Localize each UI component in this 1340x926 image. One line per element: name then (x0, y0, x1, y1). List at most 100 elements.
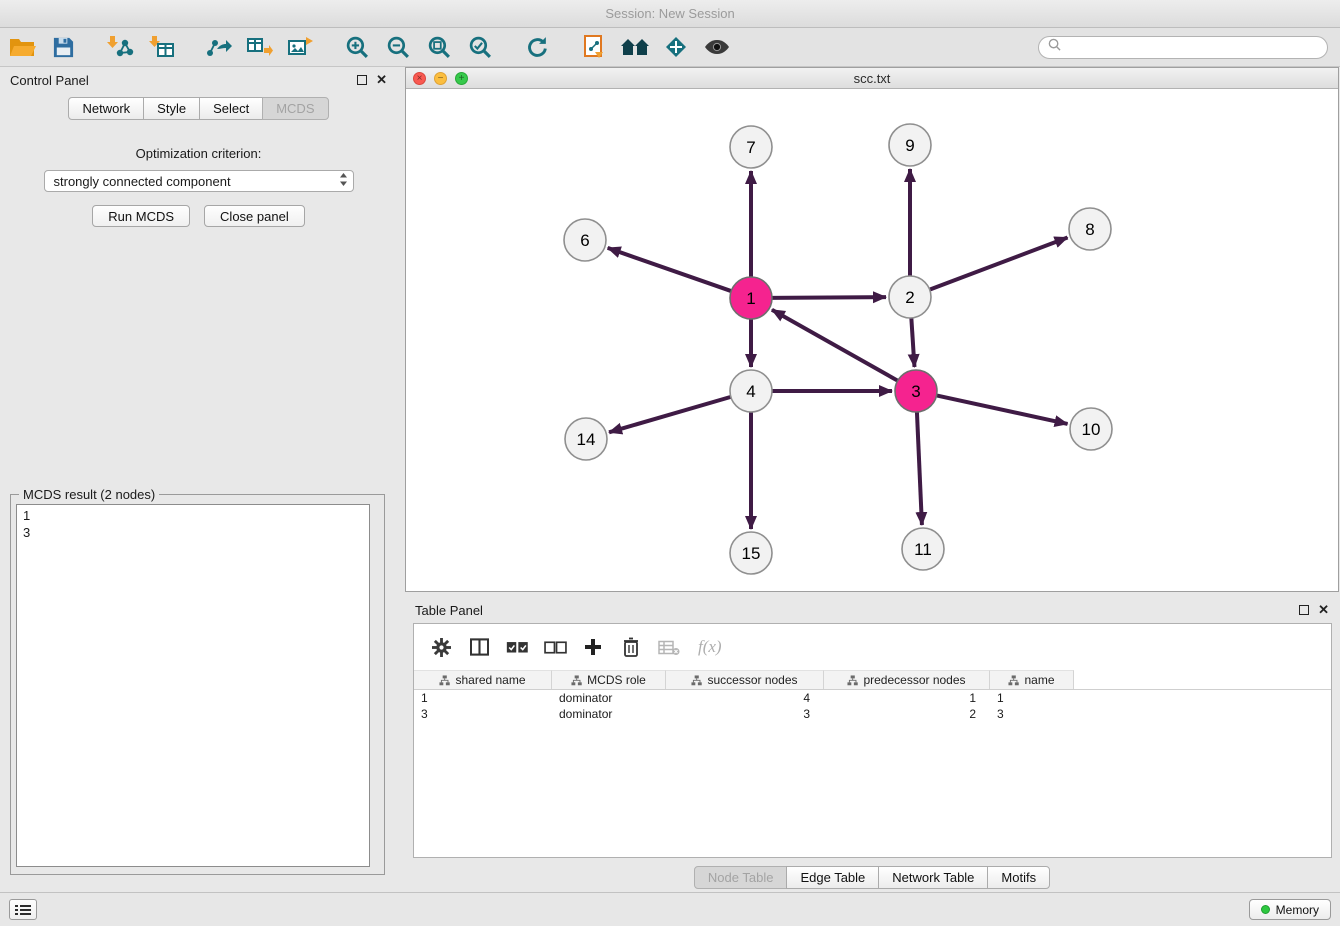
column-header-shared-name[interactable]: shared name (414, 670, 552, 689)
export-image-icon[interactable] (285, 32, 315, 62)
tab-network[interactable]: Network (68, 97, 144, 120)
table-row[interactable]: 1dominator411 (414, 690, 1331, 706)
graphics-details-eye-icon[interactable] (702, 32, 732, 62)
graph-node-15[interactable]: 15 (730, 532, 772, 574)
table-cell[interactable]: 3 (414, 706, 552, 722)
tab-node-table[interactable]: Node Table (694, 866, 788, 889)
graph-node-9[interactable]: 9 (889, 124, 931, 166)
zoom-selected-icon[interactable] (465, 32, 495, 62)
table-panel-title: Table Panel (415, 603, 483, 618)
zoom-fit-icon[interactable] (424, 32, 454, 62)
svg-text:14: 14 (577, 430, 596, 449)
zoom-in-icon[interactable] (342, 32, 372, 62)
tab-network-table[interactable]: Network Table (878, 866, 988, 889)
task-history-button[interactable] (9, 899, 37, 920)
mcds-result-title: MCDS result (2 nodes) (19, 487, 159, 502)
graph-edge-1-2[interactable] (772, 297, 886, 298)
graph-node-1[interactable]: 1 (730, 277, 772, 319)
table-cell[interactable]: 1 (824, 690, 990, 706)
export-table-icon[interactable] (244, 32, 274, 62)
mcds-result-list[interactable]: 1 3 (16, 504, 370, 867)
graph-edge-4-14[interactable] (609, 397, 731, 432)
tab-edge-table[interactable]: Edge Table (786, 866, 879, 889)
control-panel-title: Control Panel (10, 73, 89, 88)
search-input[interactable] (1066, 40, 1318, 54)
memory-label: Memory (1276, 903, 1319, 917)
graph-edge-3-10[interactable] (937, 395, 1068, 423)
close-window-button[interactable]: × (413, 72, 426, 85)
refresh-icon[interactable] (522, 32, 552, 62)
table-cell[interactable]: 3 (990, 706, 1074, 722)
table-cell[interactable]: 4 (666, 690, 824, 706)
memory-button[interactable]: Memory (1249, 899, 1331, 920)
zoom-window-button[interactable]: + (455, 72, 468, 85)
graph-node-2[interactable]: 2 (889, 276, 931, 318)
column-header-MCDS-role[interactable]: MCDS role (552, 670, 666, 689)
save-session-icon[interactable] (48, 32, 78, 62)
create-column-icon[interactable] (578, 632, 608, 662)
graph-node-11[interactable]: 11 (902, 528, 944, 570)
close-control-panel-icon[interactable]: ✕ (376, 75, 387, 85)
zoom-out-icon[interactable] (383, 32, 413, 62)
table-mode-gear-icon[interactable] (426, 632, 456, 662)
control-panel: Control Panel ✕ NetworkStyleSelectMCDS O… (0, 67, 397, 892)
import-table-icon[interactable] (146, 32, 176, 62)
table-row[interactable]: 3dominator323 (414, 706, 1331, 722)
table-cell[interactable]: dominator (552, 690, 666, 706)
graph-node-10[interactable]: 10 (1070, 408, 1112, 450)
svg-text:3: 3 (911, 382, 920, 401)
minimize-window-button[interactable]: − (434, 72, 447, 85)
hide-selected-icon[interactable] (661, 32, 691, 62)
criterion-dropdown[interactable]: strongly connected component (44, 170, 354, 192)
criterion-value: strongly connected component (54, 174, 231, 189)
column-header-name[interactable]: name (990, 670, 1074, 689)
select-all-rows-icon[interactable] (502, 632, 532, 662)
show-columns-icon[interactable] (464, 632, 494, 662)
graph-node-3[interactable]: 3 (895, 370, 937, 412)
graph-node-8[interactable]: 8 (1069, 208, 1111, 250)
apply-layout-icon[interactable] (579, 32, 609, 62)
svg-text:8: 8 (1085, 220, 1094, 239)
float-panel-icon[interactable] (357, 75, 367, 85)
function-builder-icon: f(x) (698, 637, 722, 657)
graph-edge-2-3[interactable] (911, 318, 914, 367)
graph-edge-3-11[interactable] (917, 412, 922, 525)
column-header-predecessor-nodes[interactable]: predecessor nodes (824, 670, 990, 689)
float-table-panel-icon[interactable] (1299, 605, 1309, 615)
tab-motifs[interactable]: Motifs (987, 866, 1050, 889)
table-cell[interactable]: 1 (414, 690, 552, 706)
tab-style[interactable]: Style (143, 97, 200, 120)
column-header-successor-nodes[interactable]: successor nodes (666, 670, 824, 689)
sort-icon (691, 675, 702, 686)
graph-node-7[interactable]: 7 (730, 126, 772, 168)
search-box[interactable] (1038, 36, 1328, 59)
deselect-all-rows-icon[interactable] (540, 632, 570, 662)
table-cell[interactable]: 3 (666, 706, 824, 722)
import-network-icon[interactable] (105, 32, 135, 62)
table-cell[interactable]: dominator (552, 706, 666, 722)
status-bar: Memory (0, 892, 1340, 926)
graph-node-14[interactable]: 14 (565, 418, 607, 460)
graph-node-6[interactable]: 6 (564, 219, 606, 261)
open-session-icon[interactable] (7, 32, 37, 62)
table-cell[interactable]: 2 (824, 706, 990, 722)
svg-text:11: 11 (914, 540, 932, 559)
export-network-icon[interactable] (203, 32, 233, 62)
session-group (7, 32, 78, 62)
graph-edge-2-8[interactable] (930, 237, 1068, 289)
graph-edge-3-1[interactable] (772, 310, 898, 381)
run-mcds-button[interactable]: Run MCDS (92, 205, 190, 227)
graph-node-4[interactable]: 4 (730, 370, 772, 412)
svg-text:9: 9 (905, 136, 914, 155)
tab-mcds[interactable]: MCDS (262, 97, 328, 120)
graph-edge-1-6[interactable] (608, 248, 732, 291)
table-cell[interactable]: 1 (990, 690, 1074, 706)
svg-text:10: 10 (1082, 420, 1101, 439)
close-table-panel-icon[interactable]: ✕ (1318, 605, 1329, 615)
tab-select[interactable]: Select (199, 97, 263, 120)
delete-column-icon[interactable] (616, 632, 646, 662)
network-graph[interactable]: 7 9 6 8 1 2 4 3 14 10 15 11 (406, 89, 1338, 591)
mcds-result-group: MCDS result (2 nodes) 1 3 (10, 494, 385, 875)
close-panel-button[interactable]: Close panel (204, 205, 305, 227)
nested-networks-icon[interactable] (620, 32, 650, 62)
